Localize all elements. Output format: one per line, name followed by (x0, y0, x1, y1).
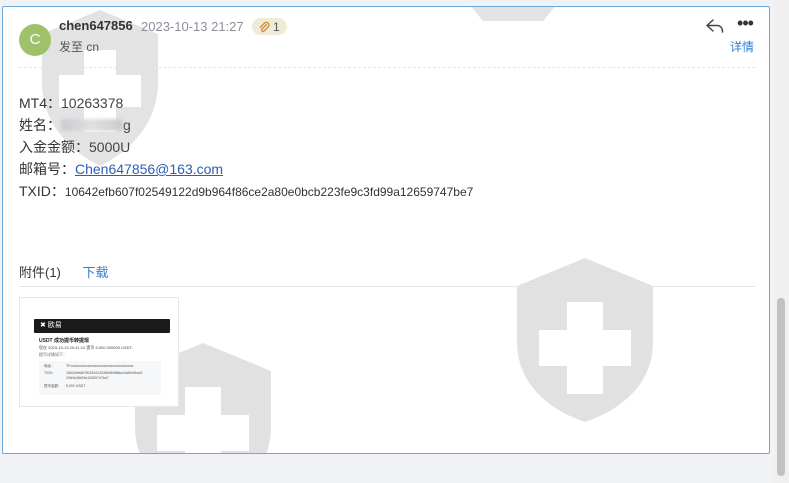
attachment-thumbnail[interactable]: ✖ 欧易 USDT 成功提币转提现 您在 2023-10-13 20:41:12… (19, 297, 179, 407)
mt4-value: 10263378 (61, 95, 124, 111)
txid-label: TXID： (19, 183, 65, 199)
email-link[interactable]: Chen647856@163.com (75, 161, 223, 177)
deposit-value: 5000U (89, 139, 131, 155)
txid-line: TXID：10642efb607f02549122d9b964f86ce2a80… (19, 180, 473, 203)
name-line: 姓名： g (19, 114, 473, 136)
shield-watermark-icon (517, 258, 653, 422)
recipient-line: 发至 cn (59, 38, 99, 55)
download-link[interactable]: 下载 (83, 265, 109, 280)
thumb-row: 23fe9c3fd99a12659747be7 (66, 376, 109, 380)
name-label: 姓名： (19, 117, 61, 133)
avatar: C (19, 24, 51, 56)
thumb-row: 地址： TFxxxxxxxxxxxxxxxxxxxxxxxxxxxxxxxxxxx… (44, 364, 134, 368)
attachment-divider (19, 286, 755, 287)
email-body: MT4：10263378 姓名： g 入金金额：5000U 邮箱号：Chen647… (19, 92, 473, 203)
thumb-title: USDT 成功提币转提现 (39, 338, 90, 344)
reply-icon[interactable] (705, 17, 725, 35)
more-options-button[interactable]: ••• (737, 14, 754, 35)
mt4-label: MT4： (19, 95, 61, 111)
details-link[interactable]: 详情 (730, 38, 754, 55)
header-divider (19, 67, 755, 68)
txid-value: 10642efb607f02549122d9b964f86ce2a80e0bcb… (64, 185, 474, 199)
to-label: 发至 (59, 40, 84, 54)
email-reading-pane: C chen647856 2023-10-13 21:27 1 发至 cn ••… (2, 6, 770, 454)
name-value: g (123, 117, 131, 133)
thumb-brand: ✖ 欧易 (40, 322, 62, 329)
attachment-header: 附件(1) 下载 (19, 262, 109, 281)
vertical-scrollbar[interactable] (774, 0, 789, 483)
attachment-tab[interactable]: 附件(1) (19, 265, 61, 280)
redacted-name (61, 119, 123, 131)
deposit-line: 入金金额：5000U (19, 136, 473, 158)
scrollbar-thumb[interactable] (777, 298, 785, 476)
email-header: C chen647856 2023-10-13 21:27 1 发至 cn ••… (3, 7, 769, 69)
attachment-badge[interactable]: 1 (252, 18, 287, 35)
email-line: 邮箱号：Chen647856@163.com (19, 158, 473, 180)
paperclip-icon (259, 21, 270, 32)
thumb-row: 提币金额： 5,000 USDT (44, 384, 86, 388)
to-value[interactable]: cn (86, 40, 99, 54)
thumb-line-1: 您在 2023-10-13 20:41:12 提币 5,000.000000 U… (39, 345, 133, 350)
thumb-brand-bar: ✖ 欧易 (34, 319, 170, 333)
deposit-label: 入金金额： (19, 139, 89, 155)
thumb-line-2: 提币详情如下： (39, 352, 67, 357)
email-date: 2023-10-13 21:27 (141, 19, 244, 34)
email-label: 邮箱号： (19, 161, 75, 177)
attachment-count: 1 (273, 19, 280, 34)
sender-name[interactable]: chen647856 (59, 18, 133, 33)
mt4-line: MT4：10263378 (19, 92, 473, 114)
